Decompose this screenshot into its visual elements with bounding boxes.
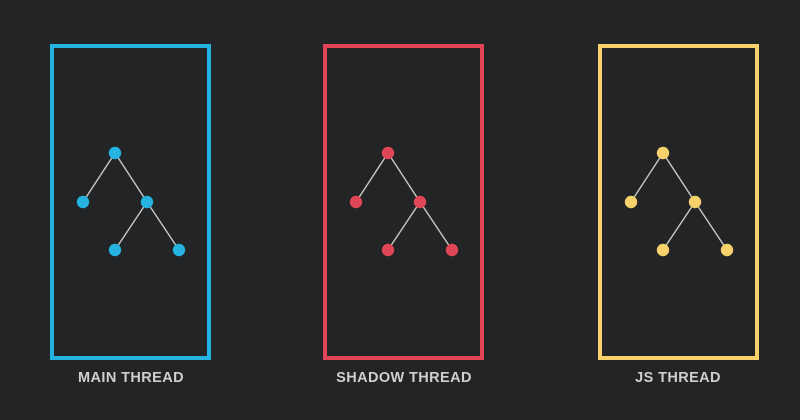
main-tree-edge — [146, 201, 180, 251]
main-tree-node-right-right — [172, 243, 186, 257]
main-tree-edge — [114, 201, 148, 251]
js-tree-edge — [694, 201, 728, 251]
js-tree-node-left — [624, 195, 638, 209]
shadow-tree-edge — [419, 201, 453, 251]
main-tree-node-right — [140, 195, 154, 209]
main-tree-edge — [114, 152, 148, 203]
js-tree-node-right — [688, 195, 702, 209]
js-tree-node-right-left — [656, 243, 670, 257]
js-thread-label: JS THREAD — [635, 370, 721, 386]
shadow-tree-node-root — [381, 146, 395, 160]
main-thread-frame — [50, 44, 211, 360]
main-thread-panel — [50, 44, 211, 360]
main-thread-label: MAIN THREAD — [78, 370, 184, 386]
js-tree-edge — [630, 152, 664, 203]
shadow-thread-frame — [323, 44, 484, 360]
shadow-tree-node-left — [349, 195, 363, 209]
shadow-thread-panel — [323, 44, 484, 360]
js-thread-panel — [598, 44, 759, 360]
main-tree-node-left — [76, 195, 90, 209]
js-thread-frame — [598, 44, 759, 360]
shadow-tree-edge — [387, 201, 421, 251]
main-tree-edge — [82, 152, 116, 203]
main-tree-node-right-left — [108, 243, 122, 257]
shadow-tree-node-right-right — [445, 243, 459, 257]
main-tree-node-root — [108, 146, 122, 160]
shadow-tree-node-right-left — [381, 243, 395, 257]
js-tree-node-root — [656, 146, 670, 160]
shadow-thread-label: SHADOW THREAD — [336, 370, 472, 386]
shadow-tree-edge — [355, 152, 389, 203]
js-tree-node-right-right — [720, 243, 734, 257]
js-tree-edge — [662, 152, 696, 203]
thread-diagram — [50, 44, 759, 360]
shadow-tree-node-right — [413, 195, 427, 209]
shadow-tree-edge — [387, 152, 421, 203]
js-tree-edge — [662, 201, 696, 251]
